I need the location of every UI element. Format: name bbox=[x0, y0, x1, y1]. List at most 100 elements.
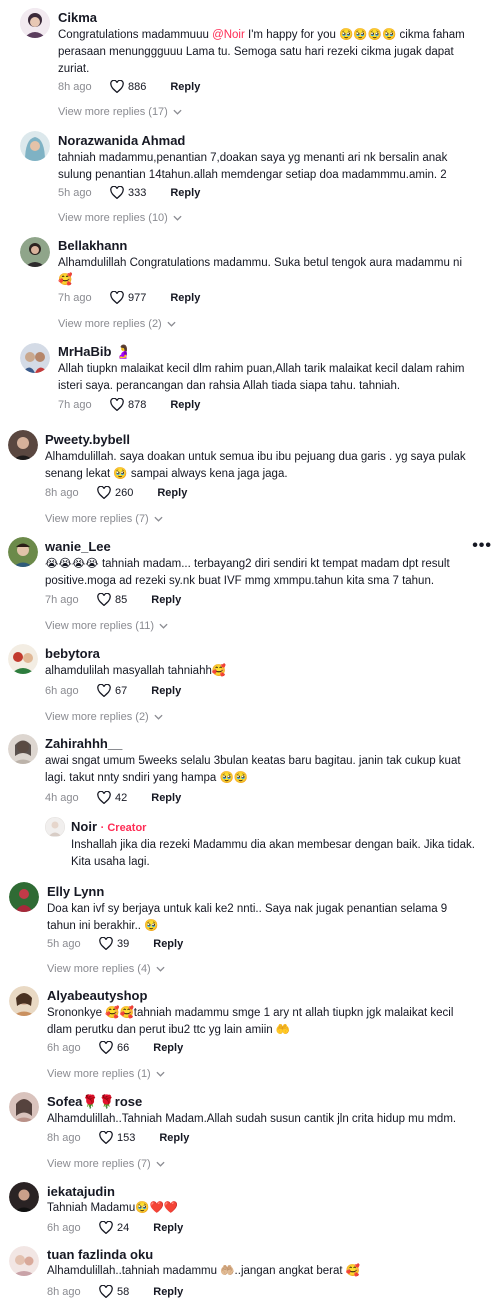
timestamp: 5h ago bbox=[58, 186, 92, 199]
view-more-replies[interactable]: View more replies (11) bbox=[45, 620, 168, 632]
view-more-replies[interactable]: View more replies (10) bbox=[58, 212, 182, 224]
comment-text: Srononkye 🥰🥰tahniah madammu smge 1 ary n… bbox=[47, 1007, 454, 1036]
reply-button[interactable]: Reply bbox=[159, 1132, 189, 1144]
creator-username[interactable]: Noir bbox=[71, 819, 97, 834]
comment-item: Norazwanida Ahmad tahniah madammu,penant… bbox=[0, 125, 500, 232]
like-button[interactable]: 39 bbox=[99, 937, 129, 950]
comment-item: wanie_Lee ••• 😭😭😭😭 tahniah madam... terb… bbox=[0, 529, 500, 636]
like-button[interactable]: 42 bbox=[97, 791, 127, 804]
reply-button[interactable]: Reply bbox=[151, 685, 181, 697]
like-count: 58 bbox=[117, 1285, 130, 1298]
chevron-down-icon bbox=[156, 1071, 165, 1077]
chevron-down-icon bbox=[159, 623, 168, 629]
username[interactable]: iekatajudin bbox=[47, 1184, 115, 1199]
avatar[interactable] bbox=[8, 537, 38, 567]
reply-button[interactable]: Reply bbox=[153, 1286, 183, 1298]
username[interactable]: Sofea🌹🌹rose bbox=[47, 1094, 142, 1110]
like-button[interactable]: 878 bbox=[110, 398, 146, 411]
comment-meta: 8h ago 886 Reply bbox=[58, 80, 200, 93]
reply-button[interactable]: Reply bbox=[153, 1042, 183, 1054]
reply-button[interactable]: Reply bbox=[157, 487, 187, 499]
comment-item: bebytora alhamdulilah masyallah tahniahh… bbox=[0, 636, 500, 726]
heart-outline-icon bbox=[110, 80, 124, 93]
username[interactable]: tuan fazlinda oku bbox=[47, 1247, 153, 1262]
reply-button[interactable]: Reply bbox=[151, 594, 181, 606]
comment-text: alhamdulilah masyallah tahniahh🥰 bbox=[45, 665, 227, 677]
view-more-replies[interactable]: View more replies (1) bbox=[47, 1068, 165, 1080]
timestamp: 7h ago bbox=[58, 291, 92, 304]
like-button[interactable]: 24 bbox=[99, 1221, 129, 1234]
avatar[interactable] bbox=[8, 644, 38, 674]
comment-text: awai sngat umum 5weeks selalu 3bulan kea… bbox=[45, 755, 461, 784]
username[interactable]: Bellakhann bbox=[58, 238, 127, 253]
timestamp: 6h ago bbox=[45, 684, 79, 697]
avatar[interactable] bbox=[9, 1246, 39, 1276]
reply-button[interactable]: Reply bbox=[170, 292, 200, 304]
username[interactable]: bebytora bbox=[45, 646, 100, 661]
comment-text: Alhamdulillah..Tahniah Madam.Allah sudah… bbox=[47, 1113, 457, 1125]
view-more-replies[interactable]: View more replies (4) bbox=[47, 963, 165, 975]
reply-button[interactable]: Reply bbox=[170, 399, 200, 411]
like-button[interactable]: 886 bbox=[110, 80, 146, 93]
like-count: 85 bbox=[115, 593, 128, 606]
more-options-button[interactable]: ••• bbox=[472, 537, 492, 555]
avatar[interactable] bbox=[9, 1182, 39, 1212]
view-more-replies[interactable]: View more replies (7) bbox=[45, 513, 163, 525]
like-button[interactable]: 67 bbox=[97, 684, 127, 697]
avatar[interactable] bbox=[45, 817, 65, 837]
view-more-label: View more replies (17) bbox=[58, 106, 168, 118]
username[interactable]: Alyabeautyshop bbox=[47, 988, 147, 1003]
username[interactable]: MrHaBib 🤰 bbox=[58, 344, 131, 360]
avatar[interactable] bbox=[20, 237, 50, 267]
heart-outline-icon bbox=[110, 291, 124, 304]
comment-text: Inshallah jika dia rezeki Madammu dia ak… bbox=[71, 839, 475, 868]
avatar[interactable] bbox=[9, 882, 39, 912]
username[interactable]: Cikma bbox=[58, 10, 97, 25]
like-button[interactable]: 977 bbox=[110, 291, 146, 304]
like-count: 878 bbox=[128, 398, 147, 411]
chevron-down-icon bbox=[173, 215, 182, 221]
avatar[interactable] bbox=[20, 8, 50, 38]
avatar[interactable] bbox=[9, 986, 39, 1016]
like-button[interactable]: 58 bbox=[99, 1285, 129, 1298]
mention-link[interactable]: @Noir bbox=[212, 29, 245, 41]
username[interactable]: wanie_Lee bbox=[45, 539, 111, 554]
username[interactable]: Zahirahhh__ bbox=[45, 736, 122, 751]
avatar[interactable] bbox=[9, 1092, 39, 1122]
username[interactable]: Norazwanida Ahmad bbox=[58, 133, 185, 148]
timestamp: 8h ago bbox=[58, 80, 92, 93]
reply-button[interactable]: Reply bbox=[153, 938, 183, 950]
avatar[interactable] bbox=[20, 131, 50, 161]
username[interactable]: Elly Lynn bbox=[47, 884, 104, 899]
view-more-label: View more replies (7) bbox=[45, 513, 149, 525]
avatar[interactable] bbox=[20, 343, 50, 373]
chevron-down-icon bbox=[154, 714, 163, 720]
view-more-replies[interactable]: View more replies (17) bbox=[58, 106, 182, 118]
view-more-replies[interactable]: View more replies (2) bbox=[45, 711, 163, 723]
reply-button[interactable]: Reply bbox=[170, 187, 200, 199]
comment-item: Zahirahhh__ awai sngat umum 5weeks selal… bbox=[0, 726, 500, 810]
reply-button[interactable]: Reply bbox=[170, 81, 200, 93]
like-button[interactable]: 260 bbox=[97, 486, 133, 499]
view-more-label: View more replies (10) bbox=[58, 212, 168, 224]
like-button[interactable]: 333 bbox=[110, 186, 146, 199]
like-button[interactable]: 85 bbox=[97, 593, 127, 606]
comment-text: Congratulations madammuuu @Noir I'm happ… bbox=[58, 27, 478, 78]
reply-button[interactable]: Reply bbox=[153, 1222, 183, 1234]
comment-meta: 4h ago 42 Reply bbox=[45, 791, 181, 804]
view-more-label: View more replies (11) bbox=[45, 620, 155, 632]
comment-text: 😭😭😭😭 tahniah madam... terbayang2 diri se… bbox=[45, 558, 450, 587]
username: Noir · Creator bbox=[71, 819, 146, 834]
reply-button[interactable]: Reply bbox=[151, 792, 181, 804]
timestamp: 6h ago bbox=[47, 1041, 81, 1054]
username[interactable]: Pweety.bybell bbox=[45, 432, 130, 447]
view-more-replies[interactable]: View more replies (7) bbox=[47, 1158, 165, 1170]
avatar[interactable] bbox=[8, 734, 38, 764]
heart-outline-icon bbox=[99, 1221, 113, 1234]
comment-meta: 7h ago 878 Reply bbox=[58, 398, 200, 411]
like-button[interactable]: 153 bbox=[99, 1131, 135, 1144]
view-more-replies[interactable]: View more replies (2) bbox=[58, 318, 176, 330]
avatar[interactable] bbox=[8, 430, 38, 460]
like-button[interactable]: 66 bbox=[99, 1041, 129, 1054]
comment-text: Alhamdulillah. saya doakan untuk semua i… bbox=[45, 451, 466, 480]
